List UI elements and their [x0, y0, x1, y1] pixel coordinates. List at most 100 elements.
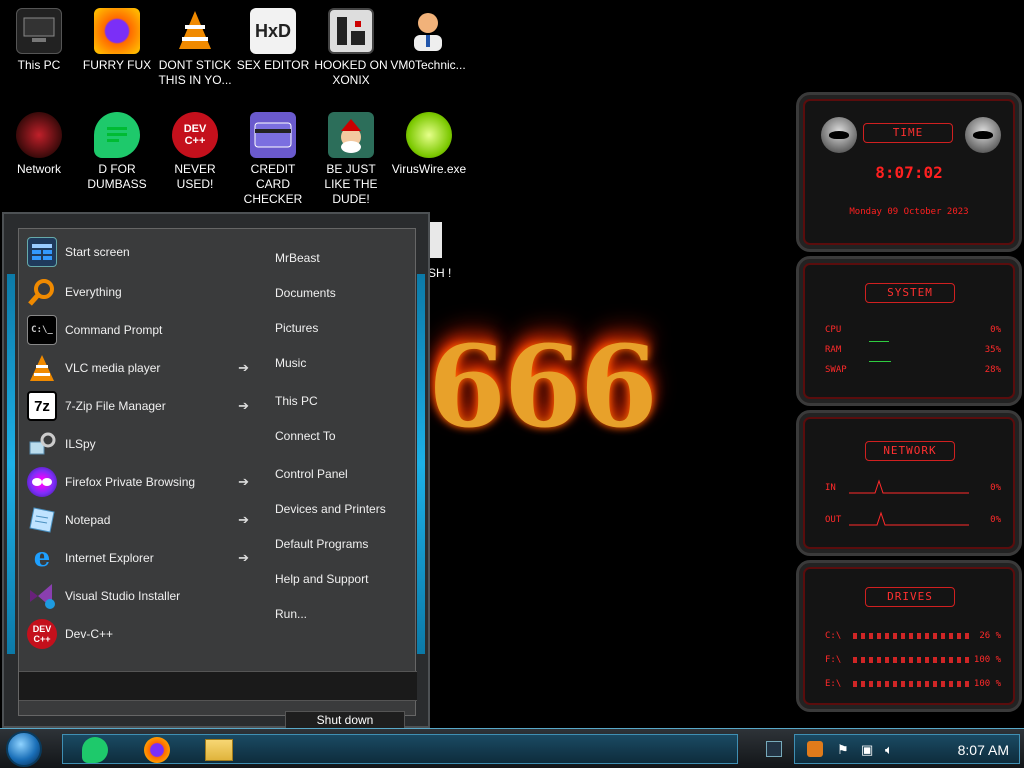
link-connect-to[interactable]: Connect To	[275, 429, 336, 443]
wallpaper-666-text: 666	[428, 322, 658, 453]
technician-avatar-icon	[405, 8, 451, 54]
program-command-prompt[interactable]: C:\_ Command Prompt	[27, 313, 249, 347]
ie-icon: e	[33, 543, 51, 573]
link-documents[interactable]: Documents	[275, 286, 336, 300]
drives-gadget: DRIVES C:\ 26 % F:\ 100 % E:\ 100 %	[796, 560, 1022, 712]
link-devices-and-printers[interactable]: Devices and Printers	[275, 502, 386, 516]
7zip-icon: 7z	[27, 391, 57, 421]
drive-f-bar	[853, 657, 973, 663]
time-gadget-title: TIME	[863, 123, 953, 143]
network-globe-icon	[16, 112, 62, 158]
taskbar-explorer-button[interactable]	[199, 736, 239, 764]
taskbar-app-area	[62, 734, 738, 764]
desktop-icon-d-for-dumbass[interactable]: D FOR DUMBASS	[78, 112, 156, 192]
desktop-icon-vm0technic[interactable]: VM0Technic...	[388, 8, 468, 73]
link-this-pc[interactable]: This PC	[275, 394, 318, 408]
credit-card-icon	[250, 112, 296, 158]
notes-app-icon	[94, 112, 140, 158]
swap-row: SWAP 28%	[825, 365, 1001, 375]
firefox-private-icon	[27, 467, 57, 497]
link-help-and-support[interactable]: Help and Support	[275, 572, 368, 586]
link-music[interactable]: Music	[275, 356, 306, 370]
taskbar-clock[interactable]: 8:07 AM	[958, 742, 1009, 758]
vs-installer-icon	[27, 581, 57, 611]
shutdown-button[interactable]: Shut down	[285, 711, 405, 729]
desktop-icon-never-used[interactable]: DEV C++ NEVER USED!	[156, 112, 234, 192]
volume-icon[interactable]: 🔈︎	[885, 742, 893, 758]
start-button[interactable]	[6, 731, 42, 767]
link-run[interactable]: Run...	[275, 607, 307, 621]
notes-app-icon	[82, 737, 108, 763]
vlc-cone-icon	[27, 353, 57, 383]
link-default-programs[interactable]: Default Programs	[275, 537, 368, 551]
devcpp-icon: DEV C++	[27, 619, 57, 649]
program-start-screen[interactable]: Start screen	[27, 235, 249, 269]
system-gadget-title: SYSTEM	[865, 283, 955, 303]
start-menu: Start screen Everything C:\_ Command Pro…	[2, 212, 430, 729]
desktop-icon-furry-fux[interactable]: FURRY FUX	[78, 8, 156, 73]
desktop-icon-hooked-on-xonix[interactable]: HOOKED ON XONIX	[312, 8, 390, 88]
desktop-icon-credit-card-checker[interactable]: CREDIT CARD CHECKER	[234, 112, 312, 207]
xonix-game-icon	[328, 8, 374, 54]
link-pictures[interactable]: Pictures	[275, 321, 318, 335]
show-desktop-icon[interactable]	[766, 741, 782, 757]
time-gadget: TIME 8:07:02 Monday 09 October 2023	[796, 92, 1022, 252]
network-tray-icon[interactable]: ▣	[861, 742, 873, 758]
hxd-editor-icon: HxD	[250, 8, 296, 54]
desktop-icon-sex-editor[interactable]: HxD SEX EDITOR	[234, 8, 312, 73]
network-gadget: NETWORK IN 0% OUT 0%	[796, 410, 1022, 556]
link-control-panel[interactable]: Control Panel	[275, 467, 348, 481]
program-ilspy[interactable]: ILSpy	[27, 427, 249, 461]
firefox-icon	[94, 8, 140, 54]
alien-head-icon	[965, 117, 1001, 153]
program-internet-explorer[interactable]: e Internet Explorer ➔	[27, 541, 249, 575]
desktop-icon-dont-stick[interactable]: DONT STICK THIS IN YO...	[156, 8, 234, 88]
drive-c-bar	[853, 633, 973, 639]
program-notepad[interactable]: Notepad ➔	[27, 503, 249, 537]
devcpp-icon: DEV C++	[172, 112, 218, 158]
desktop-icon-network[interactable]: Network	[0, 112, 78, 177]
file-explorer-icon	[205, 739, 233, 761]
program-everything[interactable]: Everything	[27, 275, 249, 309]
submenu-arrow-icon[interactable]: ➔	[238, 474, 249, 490]
start-menu-frame-right	[417, 274, 425, 654]
alien-head-icon	[821, 117, 857, 153]
cmd-icon: C:\_	[27, 315, 57, 345]
submenu-arrow-icon[interactable]: ➔	[238, 512, 249, 528]
partial-desktop-icon-label: SH !	[428, 266, 452, 280]
program-vs-installer[interactable]: Visual Studio Installer	[27, 579, 249, 613]
santa-gnome-icon	[328, 112, 374, 158]
gadget-clock: 8:07:02	[875, 163, 943, 182]
desktop-icon-this-pc[interactable]: This PC	[0, 8, 78, 73]
notepad-icon	[27, 505, 57, 535]
desktop: 666 This PC FURRY FUX DONT STICK THIS IN…	[0, 0, 1024, 768]
submenu-arrow-icon[interactable]: ➔	[238, 360, 249, 376]
desktop-icon-be-just-like-the-dude[interactable]: BE JUST LIKE THE DUDE!	[312, 112, 390, 207]
flag-icon[interactable]: ⚑	[837, 742, 849, 758]
app-tray-icon[interactable]	[807, 741, 823, 757]
program-firefox-private[interactable]: Firefox Private Browsing ➔	[27, 465, 249, 499]
submenu-arrow-icon[interactable]: ➔	[238, 550, 249, 566]
link-mrbeast[interactable]: MrBeast	[275, 251, 320, 265]
program-7zip[interactable]: 7z 7-Zip File Manager ➔	[27, 389, 249, 423]
taskbar-notes-button[interactable]	[75, 736, 115, 764]
start-menu-links: MrBeast Documents Pictures Music This PC…	[267, 229, 415, 659]
network-gadget-title: NETWORK	[865, 441, 955, 461]
start-menu-search-input[interactable]	[19, 671, 417, 701]
cpu-row: CPU 0%	[825, 325, 1001, 335]
desktop-icon-viruswire[interactable]: VirusWire.exe	[390, 112, 468, 177]
submenu-arrow-icon[interactable]: ➔	[238, 398, 249, 414]
firefox-icon	[144, 737, 170, 763]
program-vlc[interactable]: VLC media player ➔	[27, 351, 249, 385]
swap-meter-line	[869, 361, 891, 362]
partial-desktop-icon[interactable]	[428, 222, 442, 258]
taskbar-firefox-button[interactable]	[137, 736, 177, 764]
taskbar: ⚑ ▣ 🔈︎ 8:07 AM	[0, 728, 1024, 768]
ram-meter-line	[869, 341, 889, 342]
vlc-cone-icon	[172, 8, 218, 54]
start-menu-frame-left	[7, 274, 15, 654]
computer-icon	[16, 8, 62, 54]
program-devcpp[interactable]: DEV C++ Dev-C++	[27, 617, 249, 651]
start-menu-programs: Start screen Everything C:\_ Command Pro…	[19, 229, 249, 659]
system-gadget: SYSTEM CPU 0% RAM 35% SWAP 28%	[796, 256, 1022, 406]
